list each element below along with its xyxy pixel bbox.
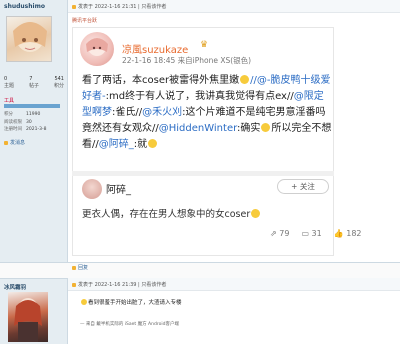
quote-source: 腾讯平台跃 bbox=[72, 18, 98, 24]
follow-button[interactable]: + 关注 bbox=[277, 179, 329, 194]
text-span: :就 bbox=[133, 139, 148, 150]
card-actions: ⇗ 79 ▭ 31 👍 182 bbox=[270, 229, 362, 238]
mention-link[interactable]: @禾火刈 bbox=[142, 107, 182, 118]
reply-icon bbox=[72, 265, 76, 270]
comment-icon: ▭ bbox=[301, 229, 309, 238]
author-info: 积分 11990 阅读权限 30 注册时间 2021-3-8 bbox=[4, 111, 66, 134]
post-icon bbox=[72, 282, 76, 287]
emoji-icon bbox=[261, 123, 271, 132]
emoji-icon bbox=[240, 75, 250, 84]
send-message-button[interactable]: 发消息 bbox=[4, 139, 25, 146]
text-span: :雀氏// bbox=[112, 107, 143, 118]
stat-label: 主题 bbox=[4, 83, 15, 89]
post-body: 看到很羞手开始出脏了，大渣请入专楼 bbox=[80, 298, 182, 306]
post-meta: 发表于 2022-1-16 21:39 | 只看该作者 bbox=[72, 281, 166, 288]
sub-username[interactable]: 阿碎_ bbox=[106, 181, 131, 196]
card-avatar[interactable] bbox=[80, 32, 114, 66]
share-icon: ⇗ bbox=[270, 229, 277, 238]
sub-text: 更衣人偶，存在在男人想象中的女coser bbox=[82, 206, 261, 220]
mention-link[interactable]: @HiddenWinter bbox=[159, 123, 237, 134]
author-stats: 0 7 541 主题 帖子 积分 bbox=[4, 76, 64, 89]
stat-label: 帖子 bbox=[28, 83, 39, 89]
info-key: 注册时间 bbox=[4, 127, 22, 132]
author-username[interactable]: shudushimo bbox=[4, 3, 45, 10]
info-val: 11990 bbox=[26, 112, 41, 117]
emoji-icon bbox=[81, 299, 87, 305]
card-divider bbox=[72, 171, 334, 176]
message-icon bbox=[4, 140, 8, 145]
text-span: :确实 bbox=[237, 123, 261, 134]
sub-avatar[interactable] bbox=[82, 179, 102, 199]
comment-button[interactable]: ▭ 31 bbox=[301, 229, 321, 238]
post-icon bbox=[72, 4, 76, 9]
user-level: 工具 bbox=[4, 98, 15, 104]
card-username[interactable]: 凉風suzukaze bbox=[122, 41, 188, 56]
emoji-icon bbox=[148, 139, 158, 148]
text-span: 看了两话，本coser被雷得外焦里嫩 bbox=[82, 75, 240, 86]
like-icon: 👍 bbox=[333, 229, 344, 238]
info-val: 30 bbox=[26, 119, 32, 125]
post-signature: — 来自 戴半机实际的 iSaet 魔方 Android客户端 bbox=[80, 322, 179, 327]
info-key: 积分 bbox=[4, 112, 13, 117]
avatar[interactable] bbox=[8, 292, 48, 342]
emoji-icon bbox=[251, 209, 261, 218]
text-span: :md终于有人说了，我讲真我觉得有点ex// bbox=[105, 91, 294, 102]
post-meta: 发表于 2022-1-16 21:31 | 只看该作者 bbox=[72, 3, 166, 10]
level-bar bbox=[4, 104, 60, 108]
share-button[interactable]: ⇗ 79 bbox=[270, 229, 289, 238]
reply-button[interactable]: 回复 bbox=[72, 264, 88, 271]
author-username[interactable]: 冰风霜羽 bbox=[4, 283, 26, 291]
crown-icon: ♛ bbox=[200, 40, 209, 50]
card-body: 看了两话，本coser被雷得外焦里嫩//@-脆皮鸭十级爱好者-:md终于有人说了… bbox=[82, 73, 332, 153]
card-meta: 22-1-16 18:45 来自iPhone XS(银色) bbox=[122, 56, 252, 65]
stat-label: 积分 bbox=[53, 83, 64, 89]
post-separator bbox=[0, 262, 400, 278]
info-key: 阅读权限 bbox=[4, 119, 22, 125]
avatar[interactable] bbox=[6, 16, 52, 62]
mention-link[interactable]: @阿碎_ bbox=[99, 139, 134, 150]
info-val: 2021-3-8 bbox=[26, 127, 47, 132]
like-button[interactable]: 👍 182 bbox=[334, 229, 362, 238]
